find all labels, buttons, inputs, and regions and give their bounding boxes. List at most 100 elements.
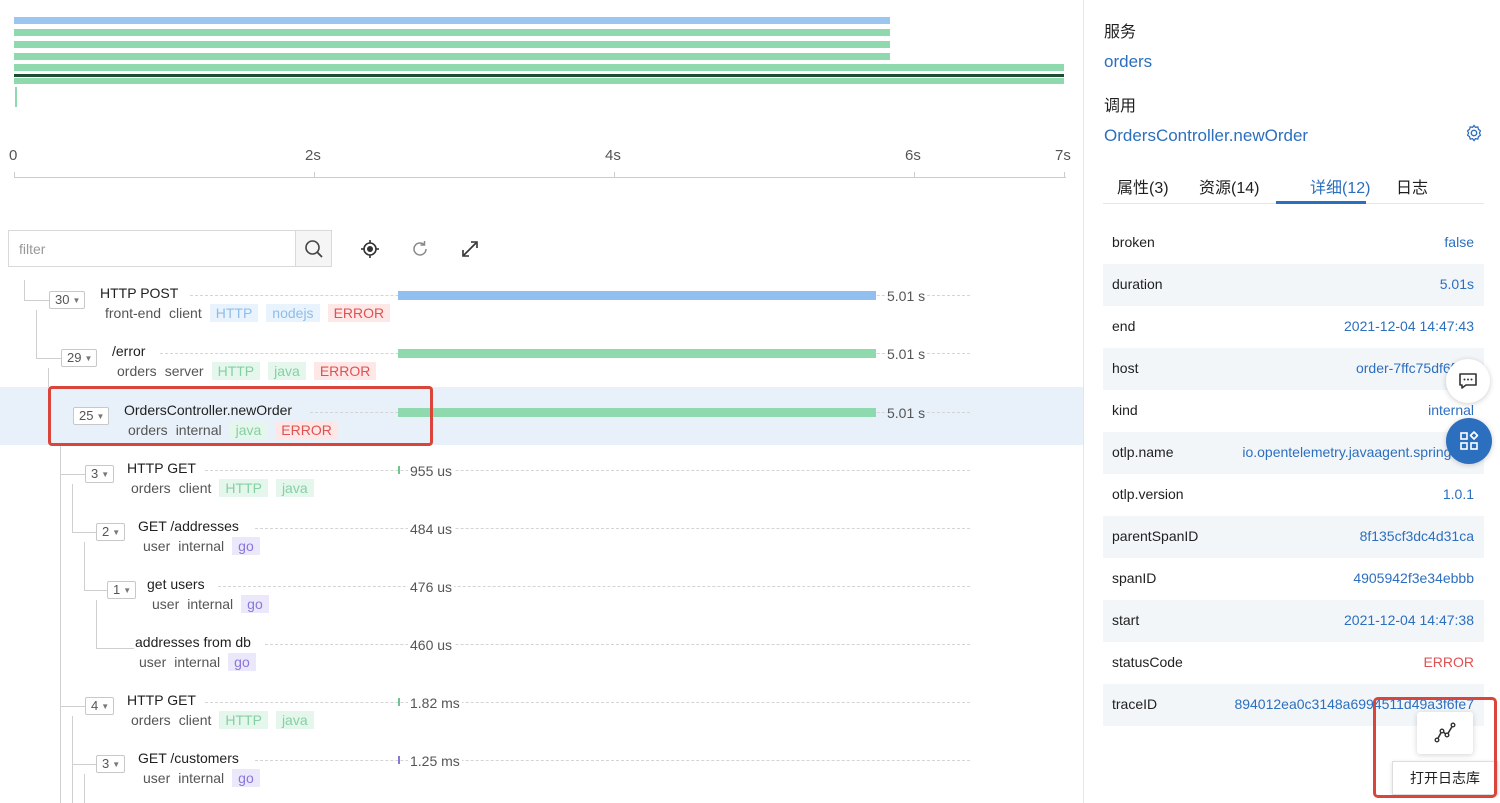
child-count-toggle[interactable]: 1 ▼ — [107, 581, 137, 599]
trace-toolbar — [8, 230, 482, 267]
tag-http: HTTP — [209, 304, 259, 322]
time-axis — [14, 177, 1066, 178]
span-meta: front-end client HTTP nodejs ERROR — [105, 304, 391, 322]
search-button[interactable] — [295, 231, 331, 266]
span-meta: orders server HTTP java ERROR — [117, 362, 377, 380]
expand-button[interactable] — [458, 237, 482, 261]
span-row[interactable]: addresses from db user internal go 460 u… — [0, 628, 1083, 686]
detail-value: internal — [1428, 402, 1474, 418]
locate-icon — [361, 239, 379, 258]
child-count-toggle[interactable]: 4 ▼ — [85, 697, 115, 715]
detail-key: spanID — [1112, 570, 1157, 586]
minimap-bar — [15, 87, 17, 107]
detail-key: parentSpanID — [1112, 528, 1199, 544]
guide-line — [205, 702, 970, 703]
detail-row: parentSpanID 8f135cf3dc4d31ca — [1103, 516, 1484, 558]
span-row[interactable]: 3 ▼ GET /customers user internal go 1.25 … — [0, 744, 1083, 802]
span-meta: orders client HTTP java — [131, 479, 314, 497]
span-kind: client — [169, 305, 202, 321]
child-count-toggle[interactable]: 30 ▼ — [49, 291, 86, 309]
service-link[interactable]: orders — [1104, 52, 1152, 72]
service-name: orders — [117, 363, 157, 379]
tag-go: go — [228, 653, 256, 671]
detail-key: start — [1112, 612, 1140, 628]
operation-link[interactable]: OrdersController.newOrder — [1104, 126, 1308, 146]
child-count-toggle[interactable]: 3 ▼ — [85, 465, 115, 483]
active-tab-indicator — [1276, 201, 1366, 204]
duration-bar — [398, 349, 876, 358]
duration-label: 1.25 ms — [408, 753, 462, 769]
detail-row: otlp.version 1.0.1 — [1103, 474, 1484, 516]
service-name: orders — [131, 712, 171, 728]
child-count-toggle[interactable]: 29 ▼ — [61, 349, 98, 367]
duration-bar — [398, 756, 400, 764]
minimap-bar — [14, 74, 1064, 77]
duration-label: 5.01 s — [885, 288, 928, 304]
detail-value: 1.0.1 — [1442, 486, 1474, 502]
tag-go: go — [232, 769, 260, 787]
span-meta: user internal go — [143, 769, 260, 787]
tag-http: HTTP — [211, 362, 261, 380]
timeline-minimap[interactable]: 0 2s 4s 6s 7s — [0, 0, 1083, 190]
span-name: GET /customers — [138, 750, 239, 766]
tab-resources[interactable]: 资源(14) — [1199, 174, 1259, 198]
span-row[interactable]: 2 ▼ GET /addresses user internal go 484 u… — [0, 512, 1083, 570]
axis-tick — [614, 172, 615, 178]
chat-icon — [1459, 373, 1477, 389]
apps-button[interactable] — [1446, 418, 1492, 464]
tag-error: ERROR — [327, 304, 391, 322]
detail-value: ERROR — [1423, 654, 1474, 670]
span-meta: user internal go — [143, 537, 260, 555]
detail-value: false — [1444, 234, 1474, 250]
span-row[interactable]: 1 ▼ get users user internal go 476 us — [0, 570, 1083, 628]
span-name: HTTP GET — [127, 692, 196, 708]
tab-details[interactable]: 详细(12) — [1310, 174, 1370, 198]
child-count-toggle[interactable]: 3 ▼ — [96, 755, 126, 773]
axis-tick-label: 0 — [9, 147, 18, 164]
duration-label: 1.82 ms — [408, 695, 462, 711]
span-kind: internal — [187, 596, 234, 612]
service-name: user — [143, 538, 171, 554]
guide-line — [255, 760, 970, 761]
minimap-bar — [14, 78, 1064, 84]
child-count-toggle[interactable]: 2 ▼ — [96, 523, 126, 541]
filter-input[interactable] — [9, 231, 295, 266]
span-row[interactable]: 30 ▼ HTTP POST front-end client HTTP node… — [0, 280, 1083, 338]
detail-row: duration 5.01s — [1103, 264, 1484, 306]
tab-attributes[interactable]: 属性(3) — [1117, 174, 1169, 198]
minimap-bar — [14, 64, 1064, 71]
axis-tick-label: 4s — [605, 147, 621, 164]
service-label: 服务 — [1104, 24, 1137, 41]
filter-box — [8, 230, 332, 267]
span-meta: user internal go — [152, 595, 269, 613]
locate-button[interactable] — [358, 237, 382, 261]
span-kind: internal — [174, 654, 221, 670]
expand-icon — [462, 240, 478, 257]
tab-logs[interactable]: 日志 — [1396, 174, 1428, 198]
feedback-button[interactable] — [1446, 359, 1490, 403]
axis-tick-label: 6s — [905, 147, 921, 164]
refresh-button[interactable] — [408, 237, 432, 261]
caret-down-icon: ▼ — [101, 702, 110, 711]
axis-tick — [1064, 172, 1065, 178]
detail-key: traceID — [1112, 696, 1158, 712]
span-row[interactable]: 3 ▼ HTTP GET orders client HTTP java 955 … — [0, 454, 1083, 512]
span-name: HTTP POST — [100, 285, 179, 301]
duration-bar — [398, 466, 400, 474]
highlight-box — [1373, 697, 1497, 798]
minimap-bar — [14, 41, 890, 48]
duration-label: 955 us — [408, 463, 455, 479]
span-row[interactable]: 4 ▼ HTTP GET orders client HTTP java 1.82… — [0, 686, 1083, 744]
minimap-bar — [14, 29, 890, 36]
detail-row: otlp.name io.opentelemetry.javaagent.spri… — [1103, 432, 1484, 474]
gear-icon — [1466, 124, 1482, 142]
duration-label: 484 us — [408, 521, 455, 537]
service-name: user — [143, 770, 171, 786]
span-kind: server — [164, 363, 204, 379]
detail-key: host — [1112, 360, 1139, 376]
detail-key: end — [1112, 318, 1136, 334]
detail-value: 4905942f3e34ebbb — [1353, 570, 1474, 586]
tag-http: HTTP — [219, 479, 268, 497]
settings-button[interactable] — [1465, 124, 1483, 147]
apps-icon — [1460, 431, 1479, 450]
